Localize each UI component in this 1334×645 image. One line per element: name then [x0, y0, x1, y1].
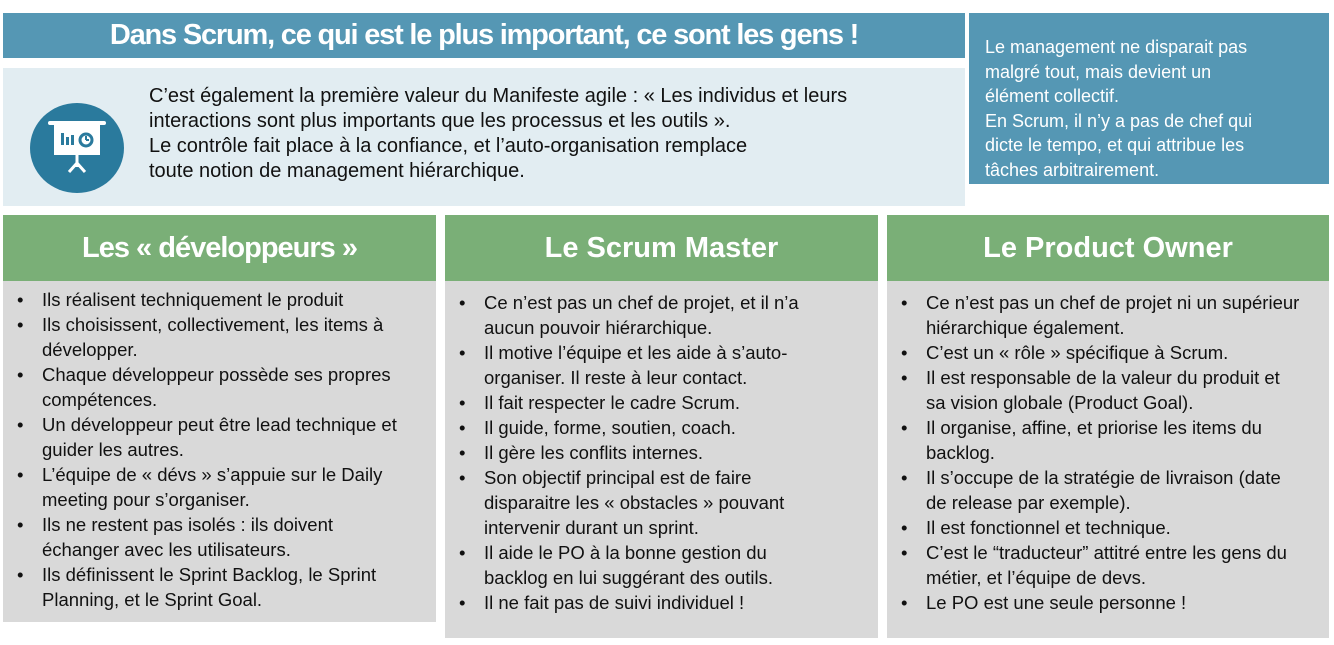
list-item: Chaque développeur possède ses propres c…: [17, 362, 402, 412]
list-item: Ils choisissent, collectivement, les ite…: [17, 312, 402, 362]
list-item: Ils définissent le Sprint Backlog, le Sp…: [17, 562, 402, 612]
list-item: Le PO est une seule personne !: [901, 590, 1301, 615]
note-line: En Scrum, il n’y a pas de chef qui: [985, 110, 1253, 131]
list-item: Il est responsable de la valeur du produ…: [901, 365, 1301, 415]
list-item: Il aide le PO à la bonne gestion du back…: [459, 540, 834, 590]
list-item: C’est le “traducteur” attitré entre les …: [901, 540, 1301, 590]
list-item: Un développeur peut être lead technique …: [17, 412, 402, 462]
list-item: Ils ne restent pas isolés : ils doivent …: [17, 512, 402, 562]
list-item: Il ne fait pas de suivi individuel !: [459, 590, 834, 615]
intro-line: C’est également la première valeur du Ma…: [149, 85, 848, 107]
column-body: Ce n’est pas un chef de projet, et il n’…: [445, 281, 878, 638]
column-title: Les « développeurs »: [3, 215, 436, 281]
intro-line: Le contrôle fait place à la confiance, e…: [149, 135, 748, 157]
list-item: Il s’occupe de la stratégie de livraison…: [901, 465, 1301, 515]
column-body: Ce n’est pas un chef de projet ni un sup…: [887, 281, 1329, 638]
column-title: Le Product Owner: [887, 215, 1329, 281]
list-item: Ils réalisent techniquement le produit: [17, 287, 402, 312]
list-item: C’est un « rôle » spécifique à Scrum.: [901, 340, 1301, 365]
management-note: Le management ne disparait pas malgré to…: [969, 13, 1329, 184]
main-title: Dans Scrum, ce qui est le plus important…: [3, 13, 965, 58]
list-item: Il gère les conflits internes.: [459, 440, 834, 465]
list-item: Ce n’est pas un chef de projet ni un sup…: [901, 290, 1301, 340]
intro-line: toute notion de management hiérarchique.: [149, 160, 525, 182]
list-item: Ce n’est pas un chef de projet, et il n’…: [459, 290, 834, 340]
list-item: Il fait respecter le cadre Scrum.: [459, 390, 834, 415]
developers-column: Les « développeurs » Ils réalisent techn…: [3, 215, 436, 622]
list-item: Il organise, affine, et priorise les ite…: [901, 415, 1301, 465]
note-line: dicte le tempo, et qui attribue les: [985, 135, 1245, 155]
note-line: tâches arbitrairement.: [985, 159, 1160, 180]
scrum-master-column: Le Scrum Master Ce n’est pas un chef de …: [445, 215, 878, 638]
intro-line: interactions sont plus importants que le…: [149, 110, 731, 132]
list-item: L’équipe de « dévs » s’appuie sur le Dai…: [17, 462, 402, 512]
column-body: Ils réalisent techniquement le produit I…: [3, 281, 436, 622]
list-item: Il guide, forme, soutien, coach.: [459, 415, 834, 440]
product-owner-column: Le Product Owner Ce n’est pas un chef de…: [887, 215, 1329, 638]
note-line: malgré tout, mais devient un: [985, 61, 1212, 82]
intro-text: C’est également la première valeur du Ma…: [149, 84, 949, 184]
note-line: élément collectif.: [985, 86, 1120, 106]
presentation-board-icon: [30, 103, 124, 193]
list-item: Il motive l’équipe et les aide à s’auto-…: [459, 340, 834, 390]
list-item: Il est fonctionnel et technique.: [901, 515, 1301, 540]
note-line: Le management ne disparait pas: [985, 37, 1248, 57]
list-item: Son objectif principal est de faire disp…: [459, 465, 834, 540]
column-title: Le Scrum Master: [445, 215, 878, 281]
